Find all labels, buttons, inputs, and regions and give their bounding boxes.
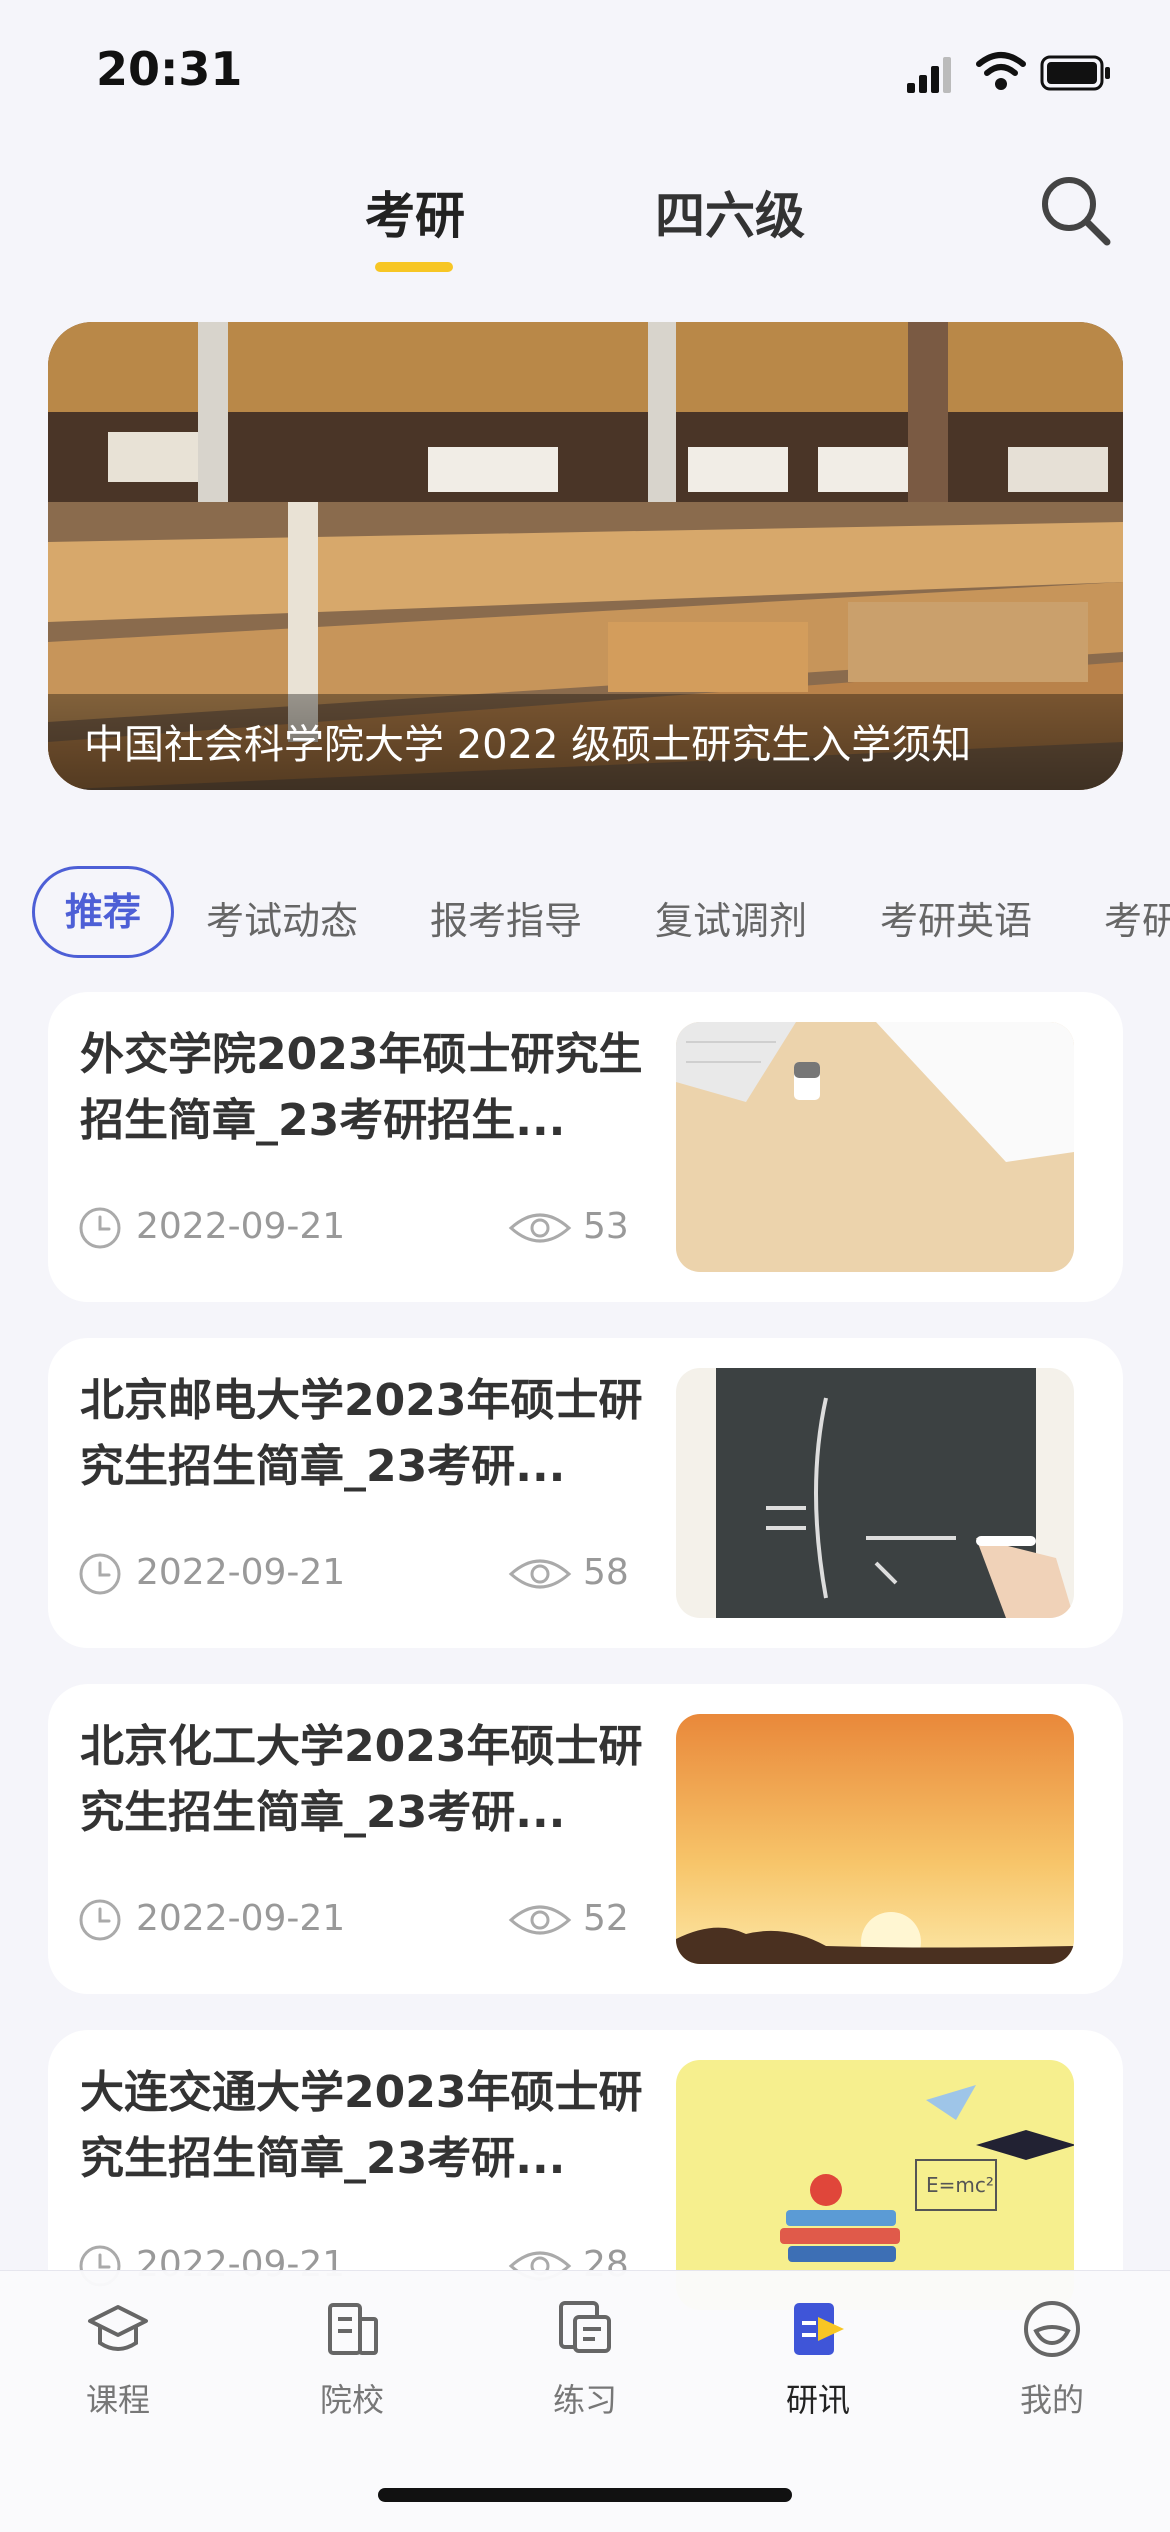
svg-text:E=mc²: E=mc² bbox=[926, 2173, 994, 2197]
article-card[interactable]: 外交学院2023年硕士研究生招生简章_23考研招生... 2022-09-21 … bbox=[48, 992, 1123, 1302]
tab-schools[interactable]: 院校 bbox=[272, 2293, 432, 2453]
clock-icon bbox=[79, 1899, 121, 1941]
category-tabs: 推荐 考试动态 报考指导 复试调剂 考研英语 考研 bbox=[0, 860, 1170, 970]
category-application-guide[interactable]: 报考指导 bbox=[430, 890, 582, 945]
article-date: 2022-09-21 bbox=[136, 1898, 346, 1939]
graduation-cap-icon bbox=[88, 2305, 148, 2351]
article-date: 2022-09-21 bbox=[136, 1552, 346, 1593]
tab-news[interactable]: 研讯 bbox=[738, 2293, 898, 2453]
article-title: 北京化工大学2023年硕士研究生招生简章_23考研... bbox=[80, 1721, 643, 1838]
top-tabs: 考研 四六级 bbox=[0, 170, 1170, 280]
banner-caption-bar: 中国社会科学院大学 2022 级硕士研究生入学须知 bbox=[48, 694, 1123, 790]
search-icon[interactable] bbox=[1035, 170, 1115, 250]
category-recommend[interactable]: 推荐 bbox=[32, 866, 174, 958]
tab-courses[interactable]: 课程 bbox=[38, 2293, 198, 2453]
article-title: 大连交通大学2023年硕士研究生招生简章_23考研... bbox=[80, 2067, 643, 2184]
banner-caption: 中国社会科学院大学 2022 级硕士研究生入学须知 bbox=[84, 722, 972, 768]
category-kaoyan-more[interactable]: 考研 bbox=[1104, 890, 1170, 945]
active-tab-indicator bbox=[375, 262, 453, 272]
wifi-icon bbox=[976, 52, 1026, 90]
article-date: 2022-09-21 bbox=[136, 1206, 346, 1247]
tab-label: 院校 bbox=[319, 2381, 384, 2419]
building-icon bbox=[328, 2303, 378, 2355]
article-views: 58 bbox=[583, 1552, 629, 1593]
tab-label: 课程 bbox=[85, 2381, 150, 2419]
clock-icon bbox=[79, 1553, 121, 1595]
category-exam-news[interactable]: 考试动态 bbox=[206, 890, 358, 945]
category-kaoyan-english[interactable]: 考研英语 bbox=[880, 890, 1032, 945]
tab-label: 我的 bbox=[1019, 2381, 1084, 2419]
article-meta: 2022-09-21 53 bbox=[78, 1202, 678, 1252]
practice-icon bbox=[559, 2301, 611, 2353]
news-icon bbox=[794, 2303, 844, 2355]
tab-practice[interactable]: 练习 bbox=[505, 2293, 665, 2453]
cellular-signal-icon bbox=[907, 57, 951, 93]
battery-icon bbox=[1040, 55, 1110, 91]
article-thumbnail bbox=[676, 1022, 1074, 1272]
home-indicator[interactable] bbox=[378, 2488, 792, 2502]
clock-icon bbox=[79, 1207, 121, 1249]
article-views: 53 bbox=[583, 1206, 629, 1247]
tab-cet[interactable]: 四六级 bbox=[655, 176, 805, 248]
article-meta: 2022-09-21 58 bbox=[78, 1548, 678, 1598]
status-bar: 20:31 bbox=[0, 0, 1170, 140]
tab-label: 练习 bbox=[552, 2381, 617, 2419]
eye-icon bbox=[508, 1213, 572, 1243]
article-thumbnail bbox=[676, 1368, 1074, 1618]
status-time: 20:31 bbox=[96, 42, 243, 96]
article-title: 外交学院2023年硕士研究生招生简章_23考研招生... bbox=[80, 1029, 643, 1146]
tab-kaoyan[interactable]: 考研 bbox=[365, 176, 465, 248]
tab-label: 研讯 bbox=[785, 2381, 850, 2419]
banner-carousel[interactable]: 中国社会科学院大学 2022 级硕士研究生入学须知 bbox=[48, 322, 1123, 790]
article-card[interactable]: 北京化工大学2023年硕士研究生招生简章_23考研... 2022-09-21 … bbox=[48, 1684, 1123, 1994]
article-card[interactable]: 北京邮电大学2023年硕士研究生招生简章_23考研... 2022-09-21 … bbox=[48, 1338, 1123, 1648]
eye-icon bbox=[508, 1905, 572, 1935]
article-meta: 2022-09-21 52 bbox=[78, 1894, 678, 1944]
article-title: 北京邮电大学2023年硕士研究生招生简章_23考研... bbox=[80, 1375, 643, 1492]
article-thumbnail bbox=[676, 1714, 1074, 1964]
profile-icon bbox=[1024, 2301, 1080, 2357]
tab-profile[interactable]: 我的 bbox=[972, 2293, 1132, 2453]
eye-icon bbox=[508, 1559, 572, 1589]
article-views: 52 bbox=[583, 1898, 629, 1939]
category-retest-adjustment[interactable]: 复试调剂 bbox=[655, 890, 807, 945]
